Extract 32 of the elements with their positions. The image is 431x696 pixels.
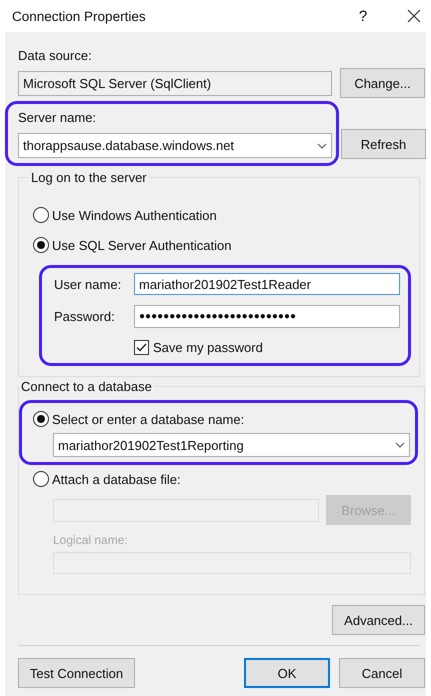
password-label: Password: bbox=[54, 309, 116, 324]
group-title: Log on to the server bbox=[30, 170, 148, 185]
password-field[interactable]: ●●●●●●●●●●●●●●●●●●●●●●●●●● bbox=[134, 305, 400, 328]
radio-option[interactable]: Select or enter a database name: bbox=[33, 409, 410, 429]
radio-button[interactable] bbox=[33, 411, 49, 427]
cancel-button[interactable]: Cancel bbox=[339, 658, 425, 688]
group-title: Connect to a database bbox=[20, 379, 153, 394]
help-button[interactable]: ? bbox=[353, 8, 373, 24]
chevron-icon bbox=[317, 142, 327, 148]
server-name-combobox[interactable]: thorappsause.database.windows.net bbox=[18, 133, 332, 158]
save-password-option[interactable]: Save my password bbox=[134, 337, 403, 357]
refresh-button[interactable]: Refresh bbox=[341, 129, 426, 159]
ok-button[interactable]: OK bbox=[244, 658, 330, 688]
database-name-combobox[interactable]: mariathor201902Test1Reporting bbox=[53, 433, 410, 457]
window-title: Connection Properties bbox=[12, 8, 147, 24]
radio-button[interactable] bbox=[33, 237, 49, 253]
close-icon[interactable] bbox=[407, 9, 421, 23]
change-button[interactable]: Change... bbox=[340, 68, 425, 98]
data-source-label: Data source: bbox=[18, 48, 93, 63]
radio-option[interactable]: Use Windows Authentication bbox=[33, 205, 411, 225]
checkmark-icon bbox=[136, 342, 147, 352]
server-name-label: Server name: bbox=[18, 110, 98, 125]
user-name-field[interactable]: mariathor201902Test1Reader bbox=[134, 273, 400, 295]
advanced-button[interactable]: Advanced... bbox=[332, 605, 425, 635]
checkbox[interactable] bbox=[134, 340, 149, 354]
logical-name-label: Logical name: bbox=[53, 533, 129, 547]
user-name-label: User name: bbox=[54, 276, 122, 292]
chevron-icon bbox=[395, 442, 405, 448]
test-connection-button[interactable]: Test Connection bbox=[18, 658, 135, 688]
radio-button[interactable] bbox=[33, 207, 49, 223]
radio-option[interactable]: Use SQL Server Authentication bbox=[33, 235, 411, 255]
data-source-field: Microsoft SQL Server (SqlClient) bbox=[18, 70, 332, 96]
